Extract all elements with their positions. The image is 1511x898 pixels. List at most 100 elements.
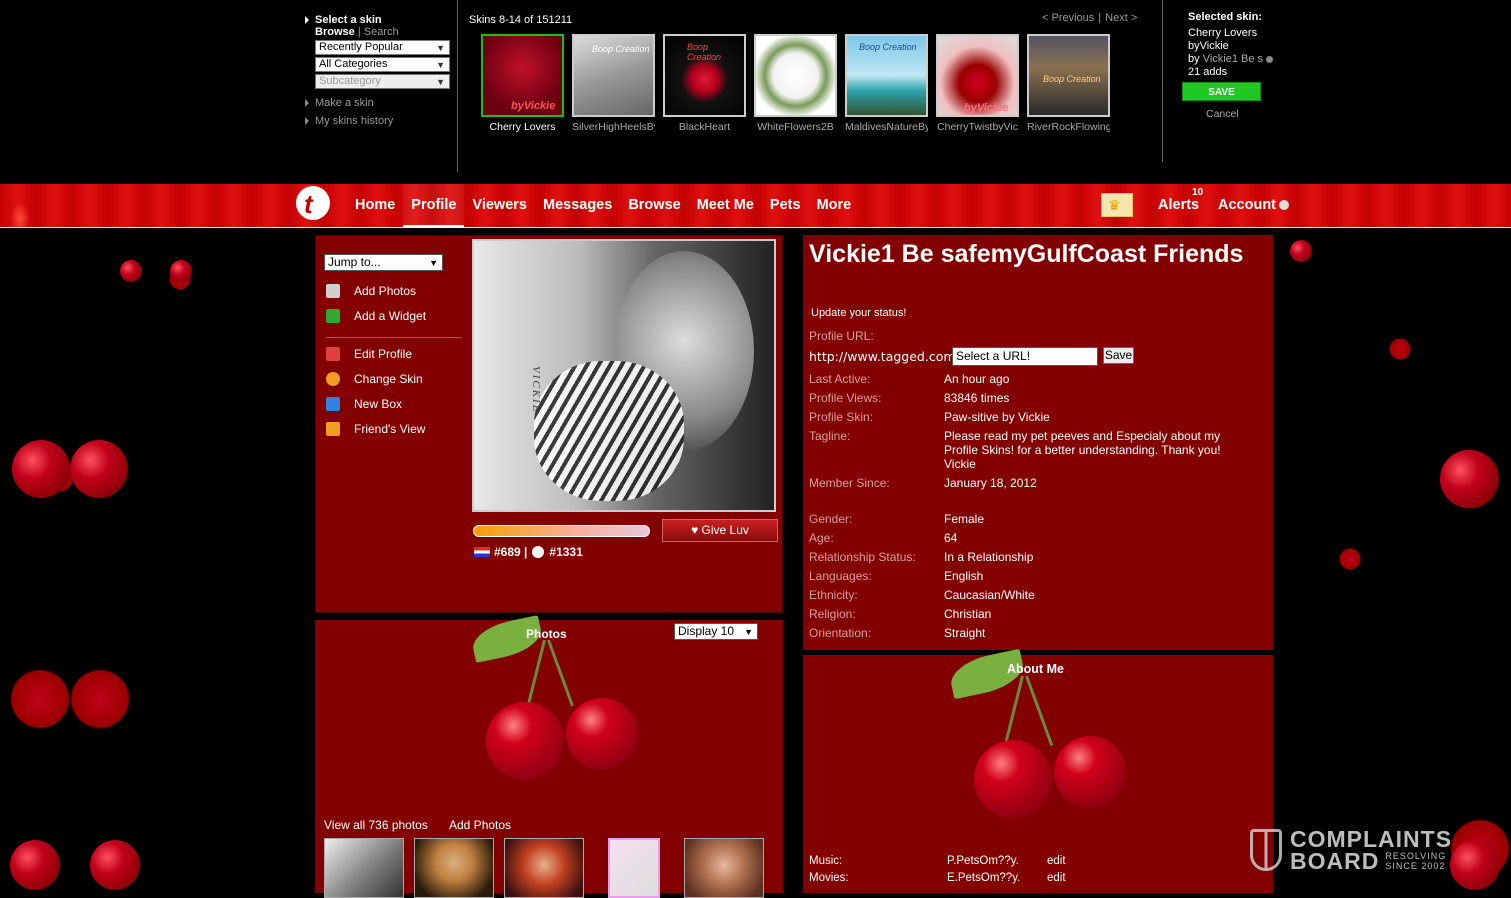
cherry-decoration [170,260,192,282]
display-count-select[interactable]: Display 10 ▼ [674,623,758,640]
info-religion: Religion: Christian [809,607,992,621]
tagged-logo[interactable]: t [296,186,330,220]
luv-progress-bar [473,525,650,537]
sort-select[interactable]: Recently Popular ▼ [315,40,450,55]
skin-thumb[interactable]: Boop Creation RiverRockFlowing [1027,34,1110,133]
add-widget-link[interactable]: Add a Widget [326,309,426,323]
jump-to-select[interactable]: Jump to... ▼ [324,254,443,271]
nav-items: Home Profile Viewers Messages Browse Mee… [347,184,859,228]
chevron-down-icon: ▼ [436,77,445,87]
new-box-link[interactable]: New Box [326,397,402,411]
skin-thumb[interactable]: Boop Creation MaldivesNatureBy [845,34,928,133]
photo-thumb[interactable] [324,838,404,898]
profile-skin-link[interactable]: Paw-sitive by Vickie [944,410,1244,424]
nav-viewers[interactable]: Viewers [464,184,535,228]
info-member-since: Member Since: January 18, 2012 [809,476,1037,490]
info-orientation: Orientation: Straight [809,626,986,640]
skin-thumb[interactable]: Boop Creation BlackHeart [663,34,746,133]
cherry-decoration [1440,450,1498,508]
cherry-decoration [10,840,60,890]
edit-link[interactable]: edit [1047,872,1066,884]
nav-pets[interactable]: Pets [762,184,809,228]
subcategory-select[interactable]: Subcategory ▼ [315,74,450,89]
palette-icon [326,372,340,386]
cherry-decoration [70,440,128,498]
edit-link[interactable]: edit [1047,855,1066,867]
alert-count-badge: 10 [1192,187,1204,198]
friends-view-link[interactable]: Friend's View [326,422,425,436]
info-relationship: Relationship Status: In a Relationship [809,550,1034,564]
add-photos-link[interactable]: Add Photos [449,818,511,832]
cherry-decoration [12,440,70,498]
shield-icon [1250,829,1282,871]
nav-account[interactable]: Account [1218,184,1289,226]
skin-thumb[interactable]: Boop Creation SilverHighHeelsBy [572,34,655,133]
change-skin-link[interactable]: Change Skin [326,372,423,386]
photo-thumb[interactable] [414,838,494,898]
nav-home[interactable]: Home [347,184,403,228]
photo-thumb[interactable] [504,838,584,898]
nav-browse[interactable]: Browse [620,184,688,228]
info-last-active: Last Active: An hour ago [809,372,1010,386]
photo-tiger [534,361,684,501]
profile-url-prefix: http://www.tagged.com/ [809,349,960,364]
info-tagline: Tagline: Please read my pet peeves and Es… [809,429,1221,471]
add-photos-link[interactable]: Add Photos [326,284,416,298]
heart-icon: ♥ [691,523,702,537]
camera-icon [326,284,340,298]
give-luv-button[interactable]: ♥ Give Luv [662,519,778,542]
previous-link[interactable]: < Previous [1042,12,1094,24]
info-icon [1266,55,1274,63]
nav-messages[interactable]: Messages [535,184,620,228]
skin-author-link[interactable]: Vickie1 Be s [1203,53,1263,65]
next-link[interactable]: Next > [1105,12,1137,24]
cherry-decoration [90,840,140,890]
skin-picker-left: Select a skin Browse | Search Recently P… [305,14,455,127]
nav-profile[interactable]: Profile [403,184,465,228]
cherry-decoration [1290,240,1312,262]
info-profile-skin: Profile Skin: Paw-sitive by Vickie [809,410,1244,424]
photo-thumb[interactable] [608,838,660,898]
info-languages: Languages: English [809,569,984,583]
country-rank[interactable]: #689 [494,545,521,559]
skins-history-link[interactable]: My skins history [305,115,455,127]
global-rank[interactable]: #1331 [549,545,582,559]
plus-box-icon [326,397,340,411]
info-gender: Gender: Female [809,512,985,526]
divider [457,0,458,172]
friend-view-icon [326,422,340,436]
cherry-decoration [566,698,638,770]
category-select[interactable]: All Categories ▼ [315,57,450,72]
profile-url-input[interactable]: Select a URL! [952,347,1098,366]
make-skin-link[interactable]: Make a skin [305,97,455,109]
profile-url-label: Profile URL: [809,329,874,343]
skin-thumb[interactable]: byVickie CherryTwistbyVic [936,34,1019,133]
about-music-row: Music: P.PetsOm??y. edit [809,855,1066,867]
edit-profile-link[interactable]: Edit Profile [326,347,412,361]
photo-thumb[interactable] [684,838,764,898]
url-save-button[interactable]: Save [1103,347,1134,364]
nav-meet-me[interactable]: Meet Me [689,184,762,228]
skin-thumb[interactable]: byVickie Cherry Lovers [481,34,564,133]
browse-tab[interactable]: Browse [315,26,355,38]
cherry-decoration [1450,840,1500,890]
cherry-decoration [974,740,1052,818]
update-status-link[interactable]: Update your status! [811,307,906,319]
crown-icon[interactable]: ♛ [1101,193,1133,217]
nav-more[interactable]: More [809,184,860,228]
search-tab[interactable]: Search [364,26,399,38]
profile-name: Vickie1 Be safemyGulfCoast Friends [809,240,1244,268]
complaintsboard-watermark: COMPLAINTS BOARD RESOLVING SINCE 2002 [1250,828,1452,873]
status-dot-icon [1279,200,1289,211]
cancel-link[interactable]: Cancel [1206,108,1239,120]
save-skin-button[interactable]: SAVE [1182,82,1261,101]
about-me-title: About Me [1007,662,1064,676]
skins-pagination: < Previous | Next > [1042,12,1138,24]
view-all-photos-link[interactable]: View all 736 photos [324,818,428,832]
skin-thumb[interactable]: WhiteFlowers2B [754,34,837,133]
chevron-down-icon: ▼ [744,627,753,637]
info-profile-views: Profile Views: 83846 times [809,391,1010,405]
cherry-decoration [1054,736,1126,808]
tagged-rank-icon [532,546,545,558]
profile-photo[interactable]: VICKIE [472,239,776,512]
